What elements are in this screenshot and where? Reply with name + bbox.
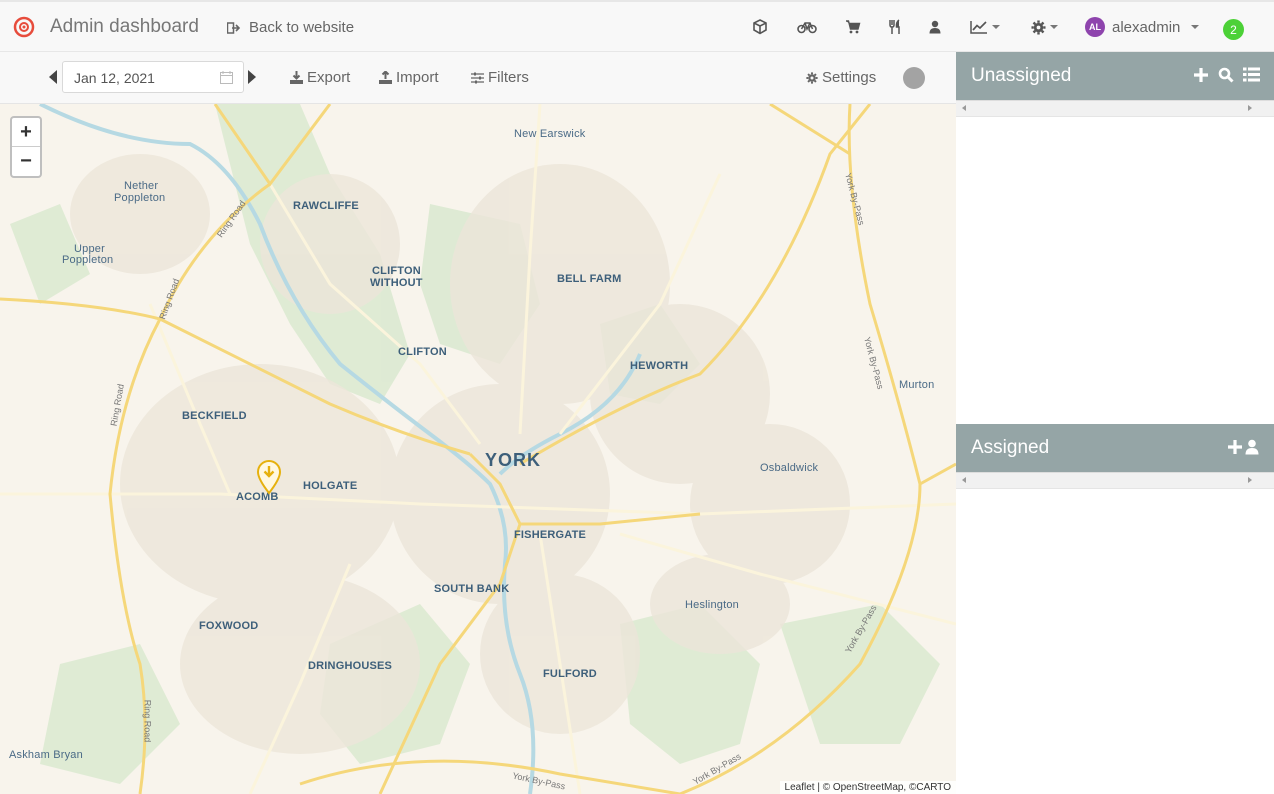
place-label: Murton (899, 379, 935, 391)
restaurant-icon[interactable] (886, 18, 904, 36)
gear-icon (806, 71, 818, 84)
list-icon[interactable] (1243, 67, 1260, 82)
place-label: FISHERGATE (514, 529, 587, 541)
unassigned-panel-header: Unassigned (956, 52, 1274, 100)
username: alexadmin (1112, 18, 1181, 36)
calendar-icon (220, 71, 233, 84)
back-link-label: Back to website (249, 19, 355, 36)
place-label: CLIFTON (398, 346, 447, 358)
download-icon (290, 71, 303, 84)
place-label: WITHOUT (370, 277, 423, 289)
chart-menu[interactable] (968, 18, 1002, 36)
upload-icon (379, 71, 392, 84)
place-label: FULFORD (543, 668, 597, 680)
place-label: SOUTH BANK (434, 583, 510, 595)
user-menu[interactable]: AL alexadmin (1085, 17, 1200, 37)
export-label: Export (307, 69, 351, 86)
zoom-control: + − (10, 116, 42, 178)
road-label: Ring Road (142, 699, 153, 743)
unassigned-scrollbar[interactable] (956, 100, 1274, 117)
search-icon[interactable] (1218, 67, 1234, 83)
place-label: CLIFTON (372, 265, 421, 277)
place-label: Poppleton (114, 192, 166, 204)
place-label: RAWCLIFFE (293, 200, 359, 212)
settings-button[interactable]: Settings (806, 69, 876, 86)
chevron-down-icon (992, 25, 1000, 29)
place-label: BECKFIELD (182, 410, 247, 422)
assigned-scrollbar[interactable] (956, 472, 1274, 489)
map-attribution[interactable]: Leaflet | © OpenStreetMap, ©CARTO (779, 781, 956, 794)
zoom-in-button[interactable]: + (12, 118, 40, 147)
map-view[interactable]: + − New Earswick Nether Poppleton RAWCLI… (0, 104, 956, 794)
assigned-list (956, 489, 1274, 794)
bike-icon[interactable] (797, 18, 817, 36)
filters-button[interactable]: Filters (471, 69, 529, 86)
unassigned-actions (1193, 67, 1260, 83)
chevron-down-icon (1049, 25, 1058, 29)
date-picker-input[interactable]: Jan 12, 2021 (62, 61, 244, 93)
map-toolbar: Jan 12, 2021 Export Import Filters Setti… (0, 52, 956, 104)
basemap-tiles (0, 104, 956, 794)
place-label: Heslington (685, 599, 739, 611)
place-label: BELL FARM (557, 273, 622, 285)
cube-icon[interactable] (751, 18, 769, 36)
import-label: Import (396, 69, 439, 86)
place-label: HEWORTH (630, 360, 689, 372)
previous-day-icon[interactable] (49, 70, 57, 84)
sign-out-icon (227, 21, 241, 34)
plus-icon[interactable] (1193, 67, 1209, 83)
add-user-icon[interactable] (1228, 439, 1260, 455)
connection-status-indicator (903, 67, 925, 89)
gear-icon (1030, 19, 1046, 35)
app-title[interactable]: Admin dashboard (50, 16, 199, 38)
place-label: HOLGATE (303, 480, 358, 492)
filters-label: Filters (488, 69, 529, 86)
sliders-icon (471, 72, 484, 83)
chart-icon (970, 21, 987, 34)
assigned-actions (1228, 439, 1260, 455)
import-button[interactable]: Import (379, 69, 439, 86)
map-marker-pin-icon[interactable] (256, 459, 282, 495)
user-icon[interactable] (926, 18, 944, 36)
place-label: Askham Bryan (9, 749, 83, 761)
place-label: FOXWOOD (199, 620, 259, 632)
assigned-title: Assigned (971, 437, 1050, 458)
place-label: Poppleton (62, 254, 114, 266)
settings-label: Settings (822, 69, 877, 86)
unassigned-list (956, 117, 1274, 424)
top-navbar: Admin dashboard Back to website AL alexa… (0, 0, 1274, 52)
chevron-down-icon (1191, 25, 1200, 29)
place-label: Nether (124, 180, 159, 192)
date-value: Jan 12, 2021 (74, 70, 155, 86)
place-label: Osbaldwick (760, 462, 819, 474)
assigned-panel-header: Assigned (956, 424, 1274, 472)
avatar: AL (1085, 17, 1105, 37)
place-label: New Earswick (514, 128, 586, 140)
notification-badge[interactable]: 2 (1223, 19, 1244, 40)
back-to-website-link[interactable]: Back to website (227, 19, 354, 36)
zoom-out-button[interactable]: − (12, 147, 40, 176)
settings-menu[interactable] (1029, 18, 1059, 36)
place-label: DRINGHOUSES (308, 660, 393, 672)
brand-logo-icon[interactable] (13, 16, 35, 38)
place-label-york: YORK (485, 450, 542, 470)
export-button[interactable]: Export (290, 69, 350, 86)
unassigned-title: Unassigned (971, 65, 1072, 86)
next-day-icon[interactable] (248, 70, 256, 84)
cart-icon[interactable] (844, 18, 862, 36)
